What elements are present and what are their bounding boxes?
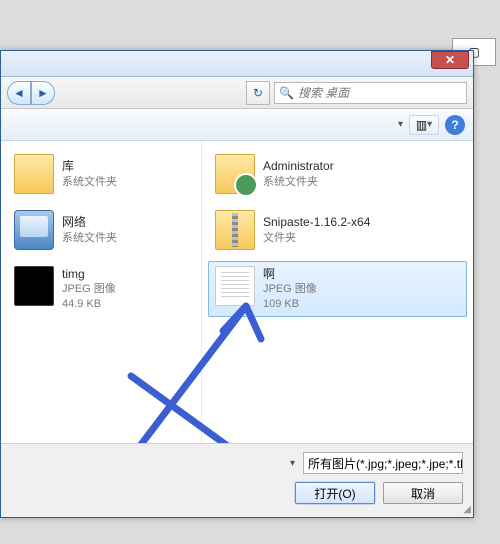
folder-icon xyxy=(14,154,54,194)
nav-forward-button[interactable]: ► xyxy=(31,81,55,105)
search-box[interactable]: 🔍 xyxy=(274,82,467,104)
item-sub: 文件夹 xyxy=(263,231,370,246)
item-name: 库 xyxy=(62,158,117,174)
item-meta: Snipaste-1.16.2-x64 文件夹 xyxy=(263,210,370,250)
file-list-area: 库 系统文件夹 网络 系统文件夹 timg JPEG 图像 44.9 KB xyxy=(1,141,473,443)
filename-dropdown-icon[interactable]: ▾ xyxy=(290,458,295,469)
item-sub: 系统文件夹 xyxy=(62,175,117,190)
list-item[interactable]: 网络 系统文件夹 xyxy=(7,205,195,255)
list-item[interactable]: Snipaste-1.16.2-x64 文件夹 xyxy=(208,205,467,255)
item-size: 44.9 KB xyxy=(62,297,116,312)
toolbar: ▾ ▥ ▾ ? xyxy=(1,109,473,141)
item-meta: 库 系统文件夹 xyxy=(62,154,117,194)
breadcrumb-bar: ◄ ► ↻ 🔍 xyxy=(1,77,473,109)
item-meta: timg JPEG 图像 44.9 KB xyxy=(62,266,116,312)
item-name: Snipaste-1.16.2-x64 xyxy=(263,214,370,230)
file-open-dialog: ✕ ◄ ► ↻ 🔍 ▾ ▥ ▾ ? xyxy=(0,50,474,518)
chevron-down-icon: ▾ xyxy=(427,119,432,130)
document-thumb-icon xyxy=(215,266,255,306)
filter-label: 所有图片(*.jpg;*.jpeg;*.jpe;*.tl xyxy=(308,455,463,472)
toolbar-dropdown-icon[interactable]: ▾ xyxy=(398,119,403,130)
nav-arrows: ◄ ► xyxy=(7,81,55,105)
titlebar: ✕ xyxy=(1,51,473,77)
item-meta: Administrator 系统文件夹 xyxy=(263,154,334,194)
help-button[interactable]: ? xyxy=(445,115,465,135)
refresh-icon: ↻ xyxy=(253,86,263,100)
item-name: timg xyxy=(62,266,116,282)
zip-folder-icon xyxy=(215,210,255,250)
item-sub: 系统文件夹 xyxy=(263,175,334,190)
item-name: 网络 xyxy=(62,214,117,230)
back-icon: ◄ xyxy=(13,86,25,100)
search-input[interactable] xyxy=(298,86,462,100)
right-column: Administrator 系统文件夹 Snipaste-1.16.2-x64 … xyxy=(201,141,473,443)
list-item[interactable]: 库 系统文件夹 xyxy=(7,149,195,199)
list-item[interactable]: timg JPEG 图像 44.9 KB xyxy=(7,261,195,317)
item-type: JPEG 图像 xyxy=(263,282,317,297)
item-type: JPEG 图像 xyxy=(62,282,116,297)
item-meta: 啊 JPEG 图像 109 KB xyxy=(263,266,317,312)
close-icon: ✕ xyxy=(445,53,455,67)
list-item[interactable]: Administrator 系统文件夹 xyxy=(208,149,467,199)
user-folder-icon xyxy=(215,154,255,194)
view-grid-icon: ▥ xyxy=(416,118,427,132)
cancel-button[interactable]: 取消 xyxy=(383,482,463,504)
item-size: 109 KB xyxy=(263,297,317,312)
help-icon: ? xyxy=(451,118,458,132)
search-icon: 🔍 xyxy=(279,86,294,100)
item-meta: 网络 系统文件夹 xyxy=(62,210,117,250)
left-column: 库 系统文件夹 网络 系统文件夹 timg JPEG 图像 44.9 KB xyxy=(1,141,201,443)
nav-back-button[interactable]: ◄ xyxy=(7,81,31,105)
dialog-footer: ▾ 所有图片(*.jpg;*.jpeg;*.jpe;*.tl ▾ 打开(O) 取… xyxy=(1,443,473,517)
list-item-selected[interactable]: 啊 JPEG 图像 109 KB xyxy=(208,261,467,317)
image-thumb-icon xyxy=(14,266,54,306)
resize-grip-icon[interactable]: ◢ xyxy=(463,504,471,515)
forward-icon: ► xyxy=(37,86,49,100)
view-mode-button[interactable]: ▥ ▾ xyxy=(409,115,439,135)
file-type-filter[interactable]: 所有图片(*.jpg;*.jpeg;*.jpe;*.tl ▾ xyxy=(303,452,463,474)
refresh-button[interactable]: ↻ xyxy=(246,81,270,105)
item-name: 啊 xyxy=(263,266,317,282)
item-name: Administrator xyxy=(263,158,334,174)
network-icon xyxy=(14,210,54,250)
close-button[interactable]: ✕ xyxy=(431,51,469,69)
item-sub: 系统文件夹 xyxy=(62,231,117,246)
open-button[interactable]: 打开(O) xyxy=(295,482,375,504)
